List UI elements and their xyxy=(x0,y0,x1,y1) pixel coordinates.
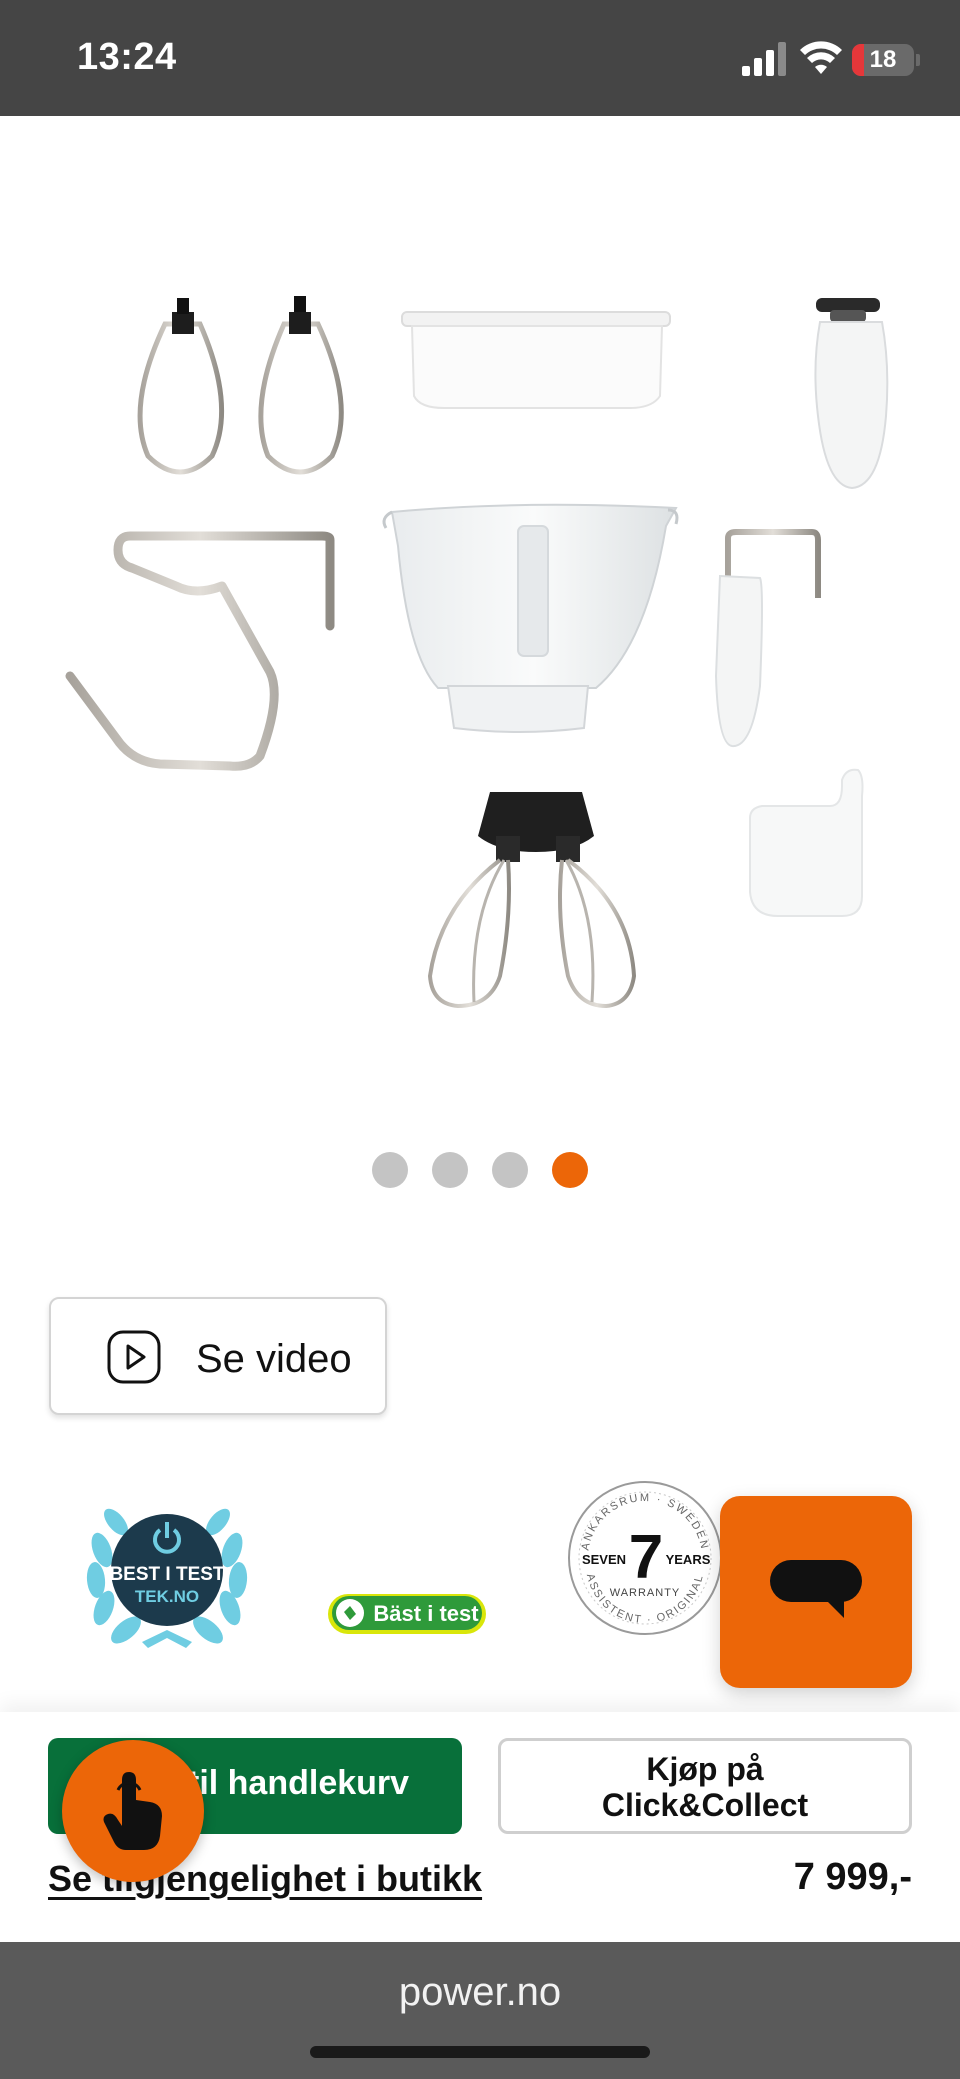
status-bar: 13:24 18 xyxy=(0,0,960,116)
dough-hook xyxy=(65,531,335,771)
product-price: 7 999,- xyxy=(793,1856,912,1898)
click-collect-line1: Kjøp på xyxy=(646,1751,764,1787)
seven-badge-middle: WARRANTY xyxy=(610,1587,681,1599)
play-icon xyxy=(107,1330,161,1384)
carousel-indicator xyxy=(372,1152,588,1188)
dough-knife xyxy=(714,529,821,748)
click-collect-line2: Click&Collect xyxy=(601,1787,809,1823)
seven-badge-number: 7 xyxy=(629,1523,663,1592)
status-time: 13:24 xyxy=(77,36,177,78)
battery-tip xyxy=(916,54,920,66)
see-video-button[interactable]: Se video xyxy=(49,1297,387,1415)
seven-years-warranty-badge: ANKARSRUM · SWEDEN ASSISTENT · ORIGINAL … xyxy=(568,1481,722,1635)
cookie-beaters xyxy=(137,296,344,475)
carousel-dot-3[interactable] xyxy=(492,1152,528,1188)
carousel-dot-4-active[interactable] xyxy=(552,1152,588,1188)
bast-i-test-badge: Bäst i test xyxy=(328,1594,486,1634)
add-to-cart-label: til handlekurv xyxy=(188,1764,410,1802)
mixing-bowl xyxy=(382,503,679,733)
touch-hand-icon xyxy=(103,1772,162,1850)
battery-low-icon: 18 xyxy=(852,44,914,76)
balloon-whisks xyxy=(427,792,637,1009)
product-image[interactable] xyxy=(0,116,960,1116)
chat-bubble-icon xyxy=(770,1560,862,1618)
tek-badge-line1: BEST I TEST xyxy=(109,1564,224,1585)
browser-address-bar[interactable]: power.no xyxy=(0,1942,960,2079)
battery-level: 18 xyxy=(869,46,897,73)
tek-badge-line2: TEK.NO xyxy=(135,1587,199,1606)
click-and-collect-button[interactable]: Kjøp på Click&Collect xyxy=(498,1738,912,1834)
cellular-signal-icon xyxy=(742,42,786,76)
wifi-icon xyxy=(800,41,842,74)
best-i-test-tek-badge: BEST I TEST TEK.NO xyxy=(86,1508,248,1648)
bowl-scraper xyxy=(749,768,864,917)
see-video-label: Se video xyxy=(196,1337,352,1381)
bowl-lid xyxy=(401,311,671,409)
touch-assist-button[interactable] xyxy=(62,1740,204,1882)
spatula-piece xyxy=(814,298,889,490)
seven-badge-right: YEARS xyxy=(666,1552,711,1567)
home-indicator[interactable] xyxy=(310,2046,650,2058)
chat-button[interactable] xyxy=(720,1496,912,1688)
seven-badge-left: SEVEN xyxy=(582,1552,626,1567)
url-text: power.no xyxy=(398,1970,562,2014)
carousel-dot-2[interactable] xyxy=(432,1152,468,1188)
bast-badge-label: Bäst i test xyxy=(373,1601,479,1626)
carousel-dot-1[interactable] xyxy=(372,1152,408,1188)
